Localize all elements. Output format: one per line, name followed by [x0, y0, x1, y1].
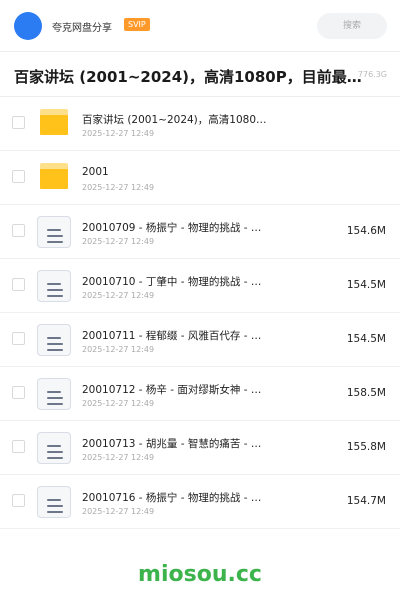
checkbox[interactable]: [12, 224, 25, 237]
file-size: 155.8M: [346, 441, 386, 453]
checkbox[interactable]: [12, 332, 25, 345]
page-title: 百家讲坛 (2001~2024)，高清1080P，目前最全的…: [14, 68, 376, 86]
checkbox[interactable]: [12, 386, 25, 399]
list-item[interactable]: 20010709 - 杨振宁 - 物理的挑战 - … 2025-12-27 12:…: [0, 205, 400, 259]
list-item[interactable]: 20010713 - 胡兆量 - 智慧的痛苦 - … 2025-12-27 12:…: [0, 421, 400, 475]
checkbox[interactable]: [12, 170, 25, 183]
file-size: 154.7M: [346, 495, 386, 507]
search-input[interactable]: 搜索: [317, 13, 387, 39]
list-item[interactable]: 20010710 - 丁肇中 - 物理的挑战 - … 2025-12-27 12:…: [0, 259, 400, 313]
file-date: 2025-12-27 12:49: [82, 345, 155, 354]
file-name[interactable]: 百家讲坛 (2001~2024)，高清1080P…: [82, 112, 272, 127]
list-item[interactable]: 20010711 - 程郁缀 - 风雅百代存 - … 2025-12-27 12:…: [0, 313, 400, 367]
app-name: 夸克网盘分享: [52, 23, 112, 34]
app-logo[interactable]: [14, 12, 42, 40]
file-date: 2025-12-27 12:49: [82, 129, 155, 138]
watermark: miosou.cc: [138, 562, 262, 587]
file-date: 2025-12-27 12:49: [82, 453, 155, 462]
file-icon: [37, 432, 71, 464]
list-item[interactable]: 百家讲坛 (2001~2024)，高清1080P… 2025-12-27 12:4…: [0, 97, 400, 151]
file-date: 2025-12-27 12:49: [82, 507, 155, 516]
file-name[interactable]: 20010713 - 胡兆量 - 智慧的痛苦 - …: [82, 436, 272, 451]
list-item[interactable]: 2001 2025-12-27 12:49: [0, 151, 400, 205]
folder-icon: [40, 109, 68, 135]
file-date: 2025-12-27 12:49: [82, 291, 155, 300]
file-list: 百家讲坛 (2001~2024)，高清1080P… 2025-12-27 12:4…: [0, 97, 400, 529]
file-name[interactable]: 20010712 - 杨辛 - 面对缪斯女神 - …: [82, 382, 272, 397]
file-date: 2025-12-27 12:49: [82, 237, 155, 246]
file-size: 154.6M: [346, 225, 386, 237]
file-date: 2025-12-27 12:49: [82, 399, 155, 408]
svip-badge: SVIP: [124, 18, 150, 31]
file-size: 154.5M: [346, 333, 386, 345]
share-title-bar: 百家讲坛 (2001~2024)，高清1080P，目前最全的… 776.3G: [0, 53, 400, 97]
folder-icon: [40, 163, 68, 189]
file-name[interactable]: 20010711 - 程郁缀 - 风雅百代存 - …: [82, 328, 272, 343]
list-item[interactable]: 20010716 - 杨振宁 - 物理的挑战 - … 2025-12-27 12:…: [0, 475, 400, 529]
file-name[interactable]: 20010716 - 杨振宁 - 物理的挑战 - …: [82, 490, 272, 505]
file-icon: [37, 216, 71, 248]
list-item[interactable]: 20010712 - 杨辛 - 面对缪斯女神 - … 2025-12-27 12:…: [0, 367, 400, 421]
file-name[interactable]: 20010709 - 杨振宁 - 物理的挑战 - …: [82, 220, 272, 235]
file-size: 154.5M: [346, 279, 386, 291]
total-size: 776.3G: [357, 70, 387, 79]
file-size: 158.5M: [346, 387, 386, 399]
file-icon: [37, 378, 71, 410]
file-icon: [37, 270, 71, 302]
file-icon: [37, 324, 71, 356]
file-date: 2025-12-27 12:49: [82, 183, 155, 192]
checkbox[interactable]: [12, 494, 25, 507]
header: 夸克网盘分享 SVIP 搜索: [0, 0, 400, 52]
file-name[interactable]: 20010710 - 丁肇中 - 物理的挑战 - …: [82, 274, 272, 289]
checkbox[interactable]: [12, 440, 25, 453]
checkbox[interactable]: [12, 278, 25, 291]
checkbox[interactable]: [12, 116, 25, 129]
file-icon: [37, 486, 71, 518]
file-name[interactable]: 2001: [82, 166, 272, 178]
